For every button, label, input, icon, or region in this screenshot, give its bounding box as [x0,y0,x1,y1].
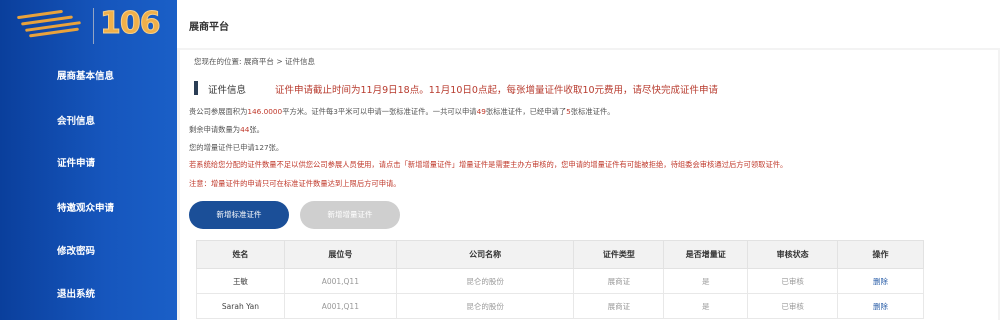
info-text: 张标准证件。 [570,107,615,116]
cell-incremental: 是 [663,293,749,319]
column-header-name: 姓名 [196,240,285,269]
cell-booth: A001,Q11 [283,268,397,294]
info-line-remaining: 剩余申请数量为44张。 [189,125,264,135]
cell-name: Sarah Yan [196,293,285,319]
breadcrumb-level1[interactable]: 展商平台 [244,57,274,66]
table-row: 王敏 A001,Q11 昆仑的股份 展商证 是 已审核 删除 [196,268,924,294]
cell-badge-type: 展商证 [573,268,665,294]
logo-divider [93,8,94,44]
add-standard-badge-button[interactable]: 新增标准证件 [189,201,289,229]
logo-number: 106 [100,6,162,42]
cell-company: 昆仑的股份 [395,293,575,319]
notice-deadline-text: 证件申请截止时间为11月9日18点。11月10日0点起，每张增量证件收取10元费… [275,85,719,96]
header: 展商平台 [177,0,1000,48]
notice-title: 证件信息 [208,85,247,96]
column-header-status: 审核状态 [747,240,839,269]
add-incremental-badge-button[interactable]: 新增增量证件 [300,201,400,229]
cell-incremental: 是 [663,268,749,294]
breadcrumb-prefix: 您现在的位置: [194,57,242,66]
cell-booth: A001,Q11 [283,293,397,319]
cell-status: 已审核 [747,293,839,319]
delete-link[interactable]: 删除 [873,277,888,286]
delete-link[interactable]: 删除 [873,302,888,311]
booth-area-value: 146.0000 [247,107,283,116]
breadcrumb-level2: 证件信息 [285,57,315,66]
info-text: 张。 [249,125,264,134]
cell-company: 昆仑的股份 [395,268,575,294]
sidebar-item-catalog[interactable]: 会刊信息 [0,107,177,137]
table-row: Sarah Yan A001,Q11 昆仑的股份 展商证 是 已审核 删除 [196,293,924,319]
info-text: 贵公司参展面积为 [189,107,248,116]
cell-action: 删除 [837,293,924,319]
cell-name: 王敏 [196,268,285,294]
info-line-incremental: 您的增量证件已申请127张。 [189,143,284,152]
breadcrumb-separator: > [276,57,283,66]
page-title: 展商平台 [189,22,229,33]
table-header-row: 姓名 展位号 公司名称 证件类型 是否增量证 审核状态 操作 [196,240,924,269]
column-header-company: 公司名称 [395,240,575,269]
column-header-badge-type: 证件类型 [573,240,665,269]
info-text: 张标准证件，已经申请了 [485,107,567,116]
cell-action: 删除 [837,268,924,294]
logo: 106 [0,0,177,50]
total-badges-value: 49 [476,107,486,116]
sidebar-item-change-password[interactable]: 修改密码 [0,237,177,267]
cell-status: 已审核 [747,268,839,294]
sidebar-item-badge-application[interactable]: 证件申请 [0,149,177,179]
info-text: 剩余申请数量为 [189,125,241,134]
sidebar-item-logout[interactable]: 退出系统 [0,280,177,310]
info-text: 平方米。证件每3平米可以申请一张标准证件。一共可以申请 [282,107,477,116]
logo-stripes-icon [17,9,89,40]
info-line-area: 贵公司参展面积为146.0000平方米。证件每3平米可以申请一张标准证件。一共可… [189,107,615,117]
warning-text: 若系统给您分配的证件数量不足以供您公司参展人员使用，请点击「新增增量证件」增量证… [189,160,788,169]
sidebar-item-exhibitor-info[interactable]: 展商基本信息 [0,62,177,92]
notice-marker [194,81,198,95]
badge-table: 姓名 展位号 公司名称 证件类型 是否增量证 审核状态 操作 王敏 A001,Q… [196,240,924,319]
remaining-badges-value: 44 [240,125,250,134]
column-header-action: 操作 [837,240,924,269]
notice-limit-text: 注意：增量证件的申请只可在标准证件数量达到上限后方可申请。 [189,179,401,188]
sidebar-item-invited-visitors[interactable]: 特邀观众申请 [0,194,177,224]
breadcrumb: 您现在的位置: 展商平台 > 证件信息 [194,56,315,67]
sidebar: 106 展商基本信息 会刊信息 证件申请 特邀观众申请 修改密码 退出系统 [0,0,177,320]
column-header-incremental: 是否增量证 [663,240,749,269]
cell-badge-type: 展商证 [573,293,665,319]
column-header-booth: 展位号 [283,240,397,269]
